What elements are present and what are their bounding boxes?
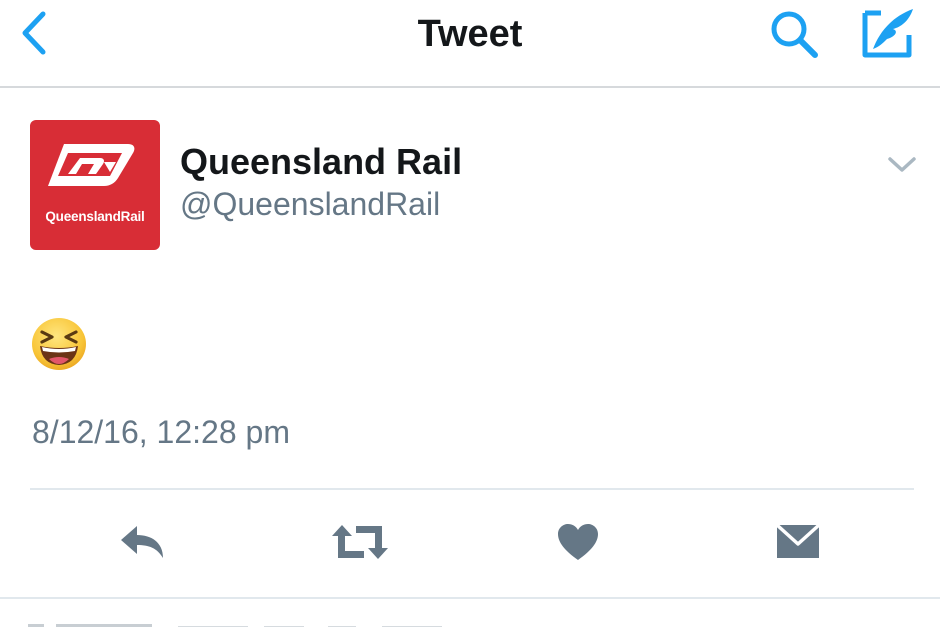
reply-button[interactable] [110,514,174,570]
divider [30,488,914,490]
queensland-rail-logo [48,144,135,186]
tweet-options-button[interactable] [880,148,924,182]
chevron-left-icon [22,11,46,55]
compose-button[interactable] [856,4,920,62]
like-button[interactable] [546,514,610,570]
avatar[interactable]: QueenslandRail [30,120,160,250]
search-icon [771,11,818,58]
author-display-name[interactable]: Queensland Rail [180,140,462,184]
back-button[interactable] [14,8,54,58]
heart-icon [558,524,598,560]
next-row-cutoff [28,624,442,627]
retweet-button[interactable] [328,514,392,570]
nav-bar: Tweet [0,0,940,88]
search-button[interactable] [764,6,824,62]
chevron-down-icon [888,157,916,172]
grinning-squinting-face-emoji [30,316,88,372]
author-handle[interactable]: @QueenslandRail [180,184,440,224]
direct-message-button[interactable] [766,514,830,570]
retweet-icon [332,525,388,559]
tweet-timestamp: 8/12/16, 12:28 pm [32,414,290,450]
compose-quill-icon [862,9,913,58]
reply-icon [121,526,163,558]
tweet-detail-screen: Tweet QueenslandRail Queensland Rail @Qu… [0,0,940,627]
envelope-icon [775,523,821,558]
avatar-logo-text: QueenslandRail [45,209,145,224]
divider [0,597,940,599]
